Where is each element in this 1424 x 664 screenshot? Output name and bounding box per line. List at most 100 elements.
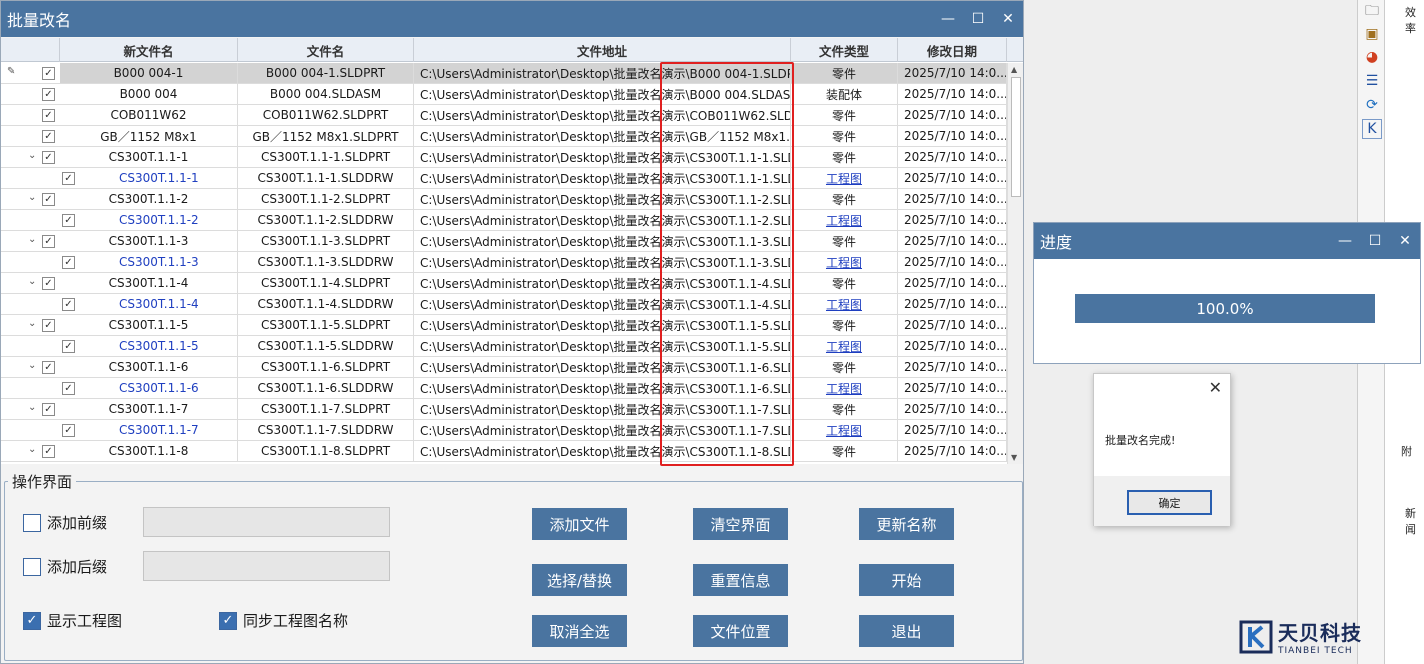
new-name-cell[interactable]: CS300T.1.1-4 bbox=[60, 294, 238, 314]
file-name-cell[interactable]: CS300T.1.1-3.SLDDRW bbox=[238, 252, 414, 272]
new-name-cell[interactable]: CS300T.1.1-1 bbox=[60, 147, 238, 167]
file-type-cell[interactable]: 零件 bbox=[791, 126, 898, 146]
file-type-cell[interactable]: 零件 bbox=[791, 273, 898, 293]
modified-date-cell[interactable]: 2025/7/10 14:0... bbox=[898, 189, 1007, 209]
table-row[interactable]: ✓ CS300T.1.1-3 CS300T.1.1-3.SLDDRW C:\Users… bbox=[1, 252, 1007, 273]
table-row[interactable]: ✓ COB011W62 COB011W62.SLDPRT C:\Users\Admin… bbox=[1, 105, 1007, 126]
modified-date-cell[interactable]: 2025/7/10 14:0... bbox=[898, 441, 1007, 461]
modified-date-cell[interactable]: 2025/7/10 14:0... bbox=[898, 315, 1007, 335]
row-checkbox[interactable]: ✓ bbox=[42, 67, 55, 80]
header-file-path[interactable]: 文件地址 bbox=[414, 38, 791, 62]
update-name-button[interactable]: 更新名称 bbox=[859, 508, 954, 540]
checkbox-box[interactable] bbox=[23, 557, 41, 576]
suffix-input[interactable] bbox=[143, 551, 390, 581]
file-path-cell[interactable]: C:\Users\Administrator\Desktop\批量改名演示\CS… bbox=[414, 294, 791, 314]
close-icon[interactable]: ✕ bbox=[993, 1, 1023, 37]
table-row[interactable]: ⌄ ✓ CS300T.1.1-4 CS300T.1.1-4.SLDPRT C:\User… bbox=[1, 273, 1007, 294]
new-name-cell[interactable]: CS300T.1.1-2 bbox=[60, 189, 238, 209]
table-row[interactable]: ✓ CS300T.1.1-1 CS300T.1.1-1.SLDDRW C:\Users… bbox=[1, 168, 1007, 189]
table-row[interactable]: ✓ CS300T.1.1-5 CS300T.1.1-5.SLDDRW C:\Users… bbox=[1, 336, 1007, 357]
file-name-cell[interactable]: CS300T.1.1-6.SLDPRT bbox=[238, 357, 414, 377]
list-icon[interactable]: ☰ bbox=[1362, 71, 1382, 91]
new-name-cell[interactable]: CS300T.1.1-5 bbox=[60, 315, 238, 335]
row-checkbox[interactable]: ✓ bbox=[42, 277, 55, 290]
file-location-button[interactable]: 文件位置 bbox=[693, 615, 788, 647]
new-name-cell[interactable]: CS300T.1.1-3 bbox=[60, 231, 238, 251]
checkbox-box[interactable]: ✓ bbox=[219, 611, 237, 630]
row-checkbox[interactable]: ✓ bbox=[42, 151, 55, 164]
new-name-cell[interactable]: COB011W62 bbox=[60, 105, 238, 125]
new-name-cell[interactable]: CS300T.1.1-2 bbox=[60, 210, 238, 230]
file-path-cell[interactable]: C:\Users\Administrator\Desktop\批量改名演示\CS… bbox=[414, 441, 791, 461]
file-path-cell[interactable]: C:\Users\Administrator\Desktop\批量改名演示\CS… bbox=[414, 420, 791, 440]
modified-date-cell[interactable]: 2025/7/10 14:0... bbox=[898, 378, 1007, 398]
table-row[interactable]: ✓ CS300T.1.1-6 CS300T.1.1-6.SLDDRW C:\Users… bbox=[1, 378, 1007, 399]
appearance-icon[interactable]: ◕ bbox=[1362, 47, 1382, 67]
row-checkbox[interactable]: ✓ bbox=[42, 88, 55, 101]
checkbox-box[interactable]: ✓ bbox=[23, 611, 41, 630]
sync-drawing-checkbox[interactable]: ✓ 同步工程图名称 bbox=[219, 610, 348, 631]
modified-date-cell[interactable]: 2025/7/10 14:0... bbox=[898, 84, 1007, 104]
header-modified-date[interactable]: 修改日期 bbox=[898, 38, 1007, 62]
table-row[interactable]: ⌄ ✓ CS300T.1.1-8 CS300T.1.1-8.SLDPRT C:\User… bbox=[1, 441, 1007, 462]
file-type-cell[interactable]: 工程图 bbox=[791, 294, 898, 314]
row-checkbox[interactable]: ✓ bbox=[42, 109, 55, 122]
table-row[interactable]: ⌄ ✓ CS300T.1.1-7 CS300T.1.1-7.SLDPRT C:\User… bbox=[1, 399, 1007, 420]
table-row[interactable]: ✓ CS300T.1.1-7 CS300T.1.1-7.SLDDRW C:\Users… bbox=[1, 420, 1007, 441]
new-name-cell[interactable]: CS300T.1.1-7 bbox=[60, 399, 238, 419]
file-path-cell[interactable]: C:\Users\Administrator\Desktop\批量改名演示\GB… bbox=[414, 126, 791, 146]
expand-chevron-icon[interactable]: ⌄ bbox=[28, 276, 36, 287]
minimize-icon[interactable]: — bbox=[1330, 223, 1360, 259]
prefix-input[interactable] bbox=[143, 507, 390, 537]
file-type-cell[interactable]: 装配体 bbox=[791, 84, 898, 104]
clear-ui-button[interactable]: 清空界面 bbox=[693, 508, 788, 540]
new-name-cell[interactable]: B000 004 bbox=[60, 84, 238, 104]
file-type-cell[interactable]: 工程图 bbox=[791, 168, 898, 188]
file-path-cell[interactable]: C:\Users\Administrator\Desktop\批量改名演示\CS… bbox=[414, 252, 791, 272]
file-name-cell[interactable]: CS300T.1.1-8.SLDPRT bbox=[238, 441, 414, 461]
exit-button[interactable]: 退出 bbox=[859, 615, 954, 647]
show-drawing-checkbox[interactable]: ✓ 显示工程图 bbox=[23, 610, 122, 631]
scroll-down-icon[interactable]: ▼ bbox=[1011, 453, 1017, 462]
expand-chevron-icon[interactable]: ⌄ bbox=[28, 234, 36, 245]
add-suffix-checkbox[interactable]: 添加后缀 bbox=[23, 556, 107, 577]
plugin-icon[interactable]: K bbox=[1362, 119, 1382, 139]
row-checkbox[interactable]: ✓ bbox=[42, 193, 55, 206]
select-replace-button[interactable]: 选择/替换 bbox=[532, 564, 627, 596]
file-path-cell[interactable]: C:\Users\Administrator\Desktop\批量改名演示\CS… bbox=[414, 357, 791, 377]
expand-chevron-icon[interactable]: ⌄ bbox=[28, 360, 36, 371]
file-name-cell[interactable]: B000 004.SLDASM bbox=[238, 84, 414, 104]
new-name-cell[interactable]: CS300T.1.1-8 bbox=[60, 441, 238, 461]
file-path-cell[interactable]: C:\Users\Administrator\Desktop\批量改名演示\CS… bbox=[414, 336, 791, 356]
modified-date-cell[interactable]: 2025/7/10 14:0... bbox=[898, 252, 1007, 272]
table-row[interactable]: ⌄ ✓ CS300T.1.1-6 CS300T.1.1-6.SLDPRT C:\User… bbox=[1, 357, 1007, 378]
new-name-cell[interactable]: B000 004-1 bbox=[60, 63, 238, 83]
add-prefix-checkbox[interactable]: 添加前缀 bbox=[23, 512, 107, 533]
row-checkbox[interactable]: ✓ bbox=[42, 319, 55, 332]
file-name-cell[interactable]: CS300T.1.1-6.SLDDRW bbox=[238, 378, 414, 398]
expand-chevron-icon[interactable]: ⌄ bbox=[28, 318, 36, 329]
expand-chevron-icon[interactable]: ⌄ bbox=[28, 150, 36, 161]
modified-date-cell[interactable]: 2025/7/10 14:0... bbox=[898, 168, 1007, 188]
file-path-cell[interactable]: C:\Users\Administrator\Desktop\批量改名演示\CS… bbox=[414, 210, 791, 230]
file-type-cell[interactable]: 零件 bbox=[791, 357, 898, 377]
modified-date-cell[interactable]: 2025/7/10 14:0... bbox=[898, 399, 1007, 419]
file-path-cell[interactable]: C:\Users\Administrator\Desktop\批量改名演示\CS… bbox=[414, 273, 791, 293]
table-row[interactable]: ⌄ ✓ CS300T.1.1-3 CS300T.1.1-3.SLDPRT C:\User… bbox=[1, 231, 1007, 252]
maximize-icon[interactable]: ☐ bbox=[963, 1, 993, 37]
header-file-name[interactable]: 文件名 bbox=[238, 38, 414, 62]
modified-date-cell[interactable]: 2025/7/10 14:0... bbox=[898, 105, 1007, 125]
scroll-up-icon[interactable]: ▲ bbox=[1011, 65, 1017, 74]
file-path-cell[interactable]: C:\Users\Administrator\Desktop\批量改名演示\CO… bbox=[414, 105, 791, 125]
modified-date-cell[interactable]: 2025/7/10 14:0... bbox=[898, 63, 1007, 83]
maximize-icon[interactable]: ☐ bbox=[1360, 223, 1390, 259]
modified-date-cell[interactable]: 2025/7/10 14:0... bbox=[898, 336, 1007, 356]
new-name-cell[interactable]: CS300T.1.1-1 bbox=[60, 168, 238, 188]
header-file-type[interactable]: 文件类型 bbox=[791, 38, 898, 62]
file-name-cell[interactable]: CS300T.1.1-5.SLDDRW bbox=[238, 336, 414, 356]
ok-button[interactable]: 确定 bbox=[1127, 490, 1212, 515]
folder-icon[interactable]: 🗀 bbox=[1362, 2, 1382, 22]
modified-date-cell[interactable]: 2025/7/10 14:0... bbox=[898, 294, 1007, 314]
file-path-cell[interactable]: C:\Users\Administrator\Desktop\批量改名演示\CS… bbox=[414, 231, 791, 251]
file-name-cell[interactable]: CS300T.1.1-7.SLDPRT bbox=[238, 399, 414, 419]
